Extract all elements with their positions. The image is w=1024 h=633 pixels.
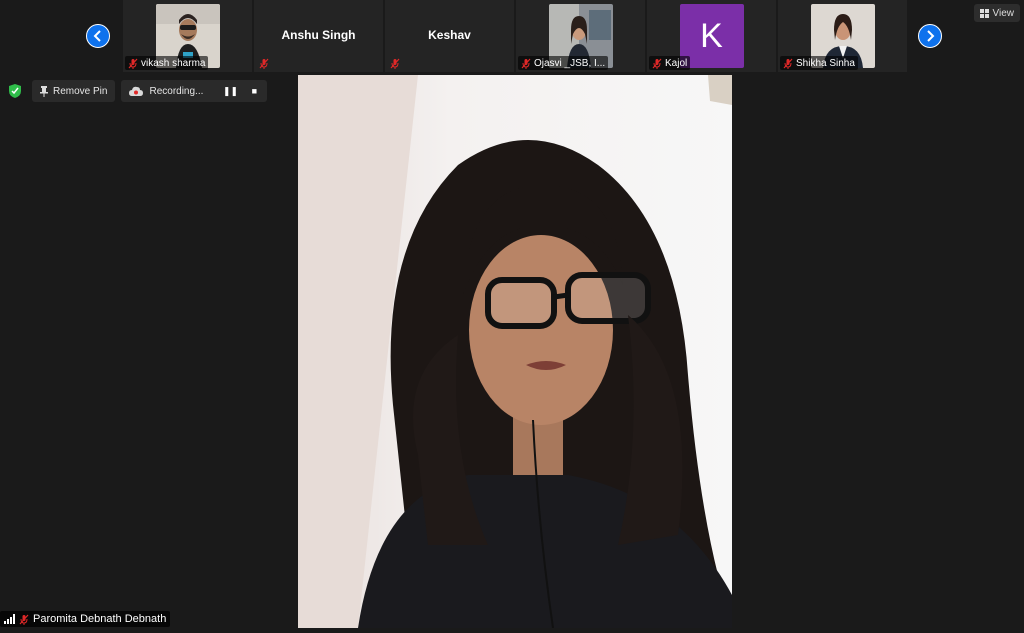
participant-caption — [256, 56, 272, 70]
participant-name: Ojasvi _JSB, I... — [534, 57, 606, 69]
muted-mic-icon — [521, 58, 531, 69]
chevron-right-icon — [927, 30, 935, 42]
chevron-left-icon — [93, 30, 101, 42]
participant-tile[interactable]: vikash sharma — [123, 0, 252, 72]
active-speaker-name: Paromita Debnath Debnath — [33, 613, 167, 625]
recording-indicator: Recording... ❚❚ ■ — [121, 80, 268, 102]
previous-page-button[interactable] — [86, 24, 110, 48]
muted-mic-icon — [19, 614, 29, 625]
participant-caption: Ojasvi _JSB, I... — [518, 56, 609, 70]
participant-name: Keshav — [428, 28, 471, 42]
participant-tile[interactable]: Shikha Sinha — [778, 0, 907, 72]
main-speaker-video — [298, 75, 732, 628]
remove-pin-button[interactable]: Remove Pin — [32, 80, 116, 102]
participant-name: vikash sharma — [141, 57, 206, 69]
participant-name: Shikha Sinha — [796, 57, 855, 69]
active-speaker-caption: Paromita Debnath Debnath — [0, 611, 171, 627]
next-page-button[interactable] — [918, 24, 942, 48]
participant-tile[interactable]: Keshav — [385, 0, 514, 72]
muted-mic-icon — [652, 58, 662, 69]
view-label: View — [992, 7, 1015, 19]
grid-icon — [979, 8, 989, 18]
pause-recording-button[interactable]: ❚❚ — [221, 82, 239, 100]
view-button[interactable]: View — [973, 4, 1020, 22]
participant-tile[interactable]: K Kajol — [647, 0, 776, 72]
security-shield-icon[interactable] — [4, 80, 26, 102]
participant-caption: vikash sharma — [125, 56, 209, 70]
participant-caption: Kajol — [649, 56, 691, 70]
muted-mic-icon — [783, 58, 793, 69]
remove-pin-label: Remove Pin — [53, 85, 108, 97]
recording-label: Recording... — [149, 85, 204, 97]
muted-mic-icon — [390, 58, 400, 69]
stop-recording-button[interactable]: ■ — [245, 82, 263, 100]
participant-name: Kajol — [665, 57, 688, 69]
participant-caption: Shikha Sinha — [780, 56, 858, 70]
participant-caption — [387, 56, 403, 70]
muted-mic-icon — [128, 58, 138, 69]
participant-tile[interactable]: Anshu Singh — [254, 0, 383, 72]
cloud-record-icon — [129, 86, 144, 96]
participant-strip: vikash sharma Anshu Singh Keshav Ojasvi … — [0, 0, 1024, 74]
connection-signal-icon — [4, 614, 15, 624]
meeting-toolbar: Remove Pin Recording... ❚❚ ■ — [4, 80, 268, 102]
speaker-video-frame — [298, 75, 732, 628]
participant-name: Anshu Singh — [281, 28, 356, 42]
participant-tile[interactable]: Ojasvi _JSB, I... — [516, 0, 645, 72]
muted-mic-icon — [259, 58, 269, 69]
pin-icon — [40, 85, 48, 97]
